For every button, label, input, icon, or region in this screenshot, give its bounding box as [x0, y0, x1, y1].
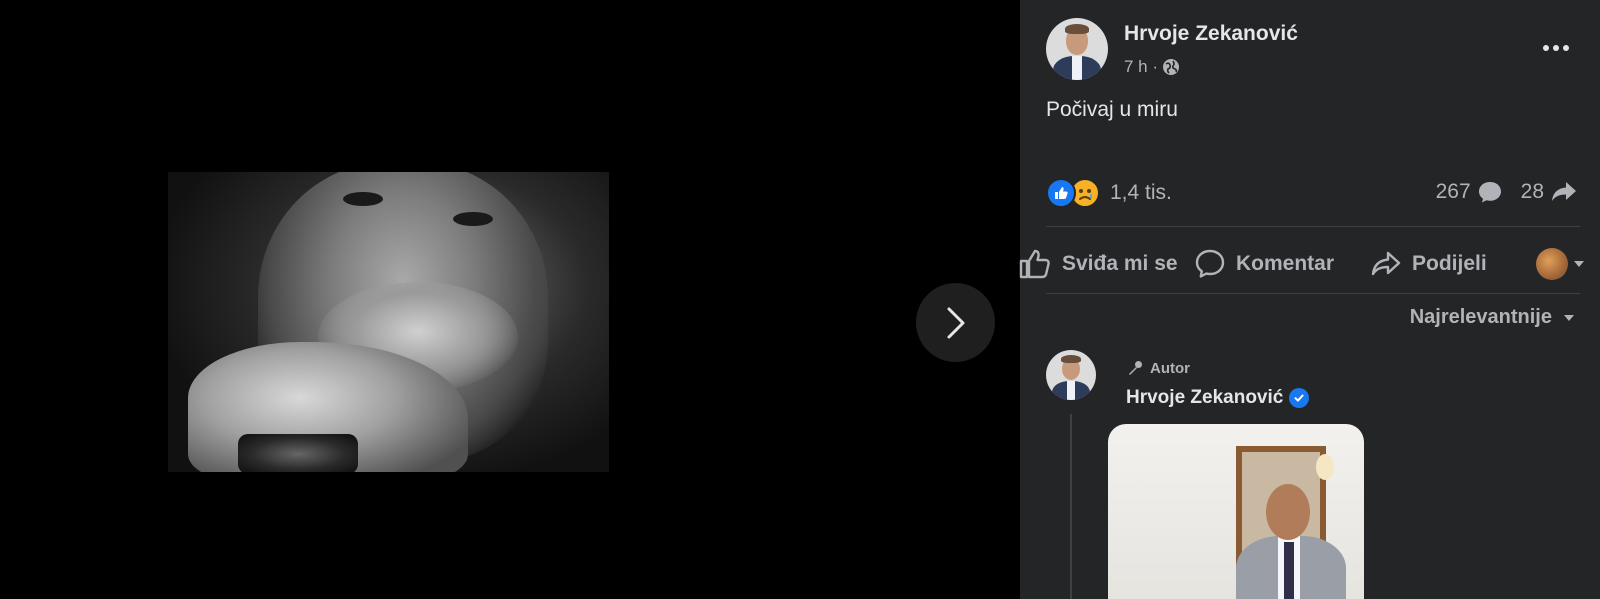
share-button-label: Podijeli — [1412, 252, 1487, 275]
dot-icon — [1543, 45, 1549, 51]
comment-author-avatar[interactable] — [1046, 350, 1096, 400]
post-photo[interactable] — [168, 172, 609, 472]
caret-down-icon — [1564, 314, 1574, 321]
reactions-count[interactable]: 1,4 tis. — [1110, 181, 1172, 205]
author-badge-label: Autor — [1150, 359, 1190, 377]
globe-icon — [1163, 59, 1180, 75]
divider — [1046, 226, 1580, 227]
dot-icon — [1553, 45, 1559, 51]
post-author-name[interactable]: Hrvoje Zekanović — [1124, 22, 1298, 46]
verified-badge-icon — [1289, 388, 1310, 408]
share-arrow-icon — [1552, 182, 1576, 201]
post-meta: 7 h · — [1124, 57, 1180, 77]
comment-photo[interactable] — [1108, 424, 1364, 599]
photo-eye-left — [343, 192, 383, 206]
photo-person-tie — [1284, 542, 1294, 599]
shares-count: 28 — [1520, 180, 1544, 203]
post-actions-bar: Sviđa mi se Komentar Podijeli — [1018, 240, 1600, 288]
like-reaction-icon — [1046, 178, 1076, 208]
more-options-button[interactable] — [1536, 36, 1576, 60]
reaction-profile-switch[interactable] — [1536, 248, 1586, 280]
comment-icon — [1195, 249, 1225, 278]
dot-icon — [1563, 45, 1569, 51]
next-photo-button[interactable] — [916, 283, 995, 362]
caret-down-icon — [1574, 261, 1584, 267]
microphone-icon — [1129, 361, 1142, 375]
photo-watch — [238, 434, 358, 472]
share-button[interactable]: Podijeli — [1370, 240, 1487, 288]
comment-author-name-text: Hrvoje Zekanović — [1126, 387, 1284, 408]
post-time[interactable]: 7 h · — [1124, 57, 1158, 77]
thumbs-up-icon — [1019, 249, 1050, 279]
engagement-stats: 267 28 — [1436, 180, 1578, 204]
share-icon — [1371, 251, 1401, 276]
media-viewer — [0, 0, 1020, 599]
post-panel: Hrvoje Zekanović 7 h · Počivaj u miru 1,… — [1018, 0, 1600, 599]
comment-bubble-icon — [1478, 182, 1501, 203]
comments-count: 267 — [1435, 180, 1471, 203]
author-badge: Autor — [1126, 359, 1190, 377]
comment-button[interactable]: Komentar — [1194, 240, 1334, 288]
photo-person-head — [1266, 484, 1310, 540]
shares-stat[interactable]: 28 — [1521, 180, 1578, 204]
comment-author-name[interactable]: Hrvoje Zekanović — [1126, 387, 1310, 409]
like-button-label: Sviđa mi se — [1062, 252, 1178, 275]
reactions-summary[interactable]: 1,4 tis. — [1046, 178, 1172, 208]
comments-stat[interactable]: 267 — [1436, 180, 1503, 204]
comment-button-label: Komentar — [1236, 252, 1335, 275]
comment-sort-label: Najrelevantnije — [1409, 306, 1552, 328]
comment-sort-dropdown[interactable]: Najrelevantnije — [1410, 306, 1576, 329]
like-button[interactable]: Sviđa mi se — [1018, 240, 1178, 288]
author-avatar[interactable] — [1046, 18, 1108, 80]
photo-lamp — [1316, 454, 1334, 480]
comment-thread-line — [1070, 414, 1072, 599]
post-text: Počivaj u miru — [1046, 98, 1178, 121]
photo-eye-right — [453, 212, 493, 226]
divider — [1046, 293, 1580, 294]
chevron-right-icon — [947, 307, 964, 338]
profile-avatar — [1536, 248, 1568, 280]
